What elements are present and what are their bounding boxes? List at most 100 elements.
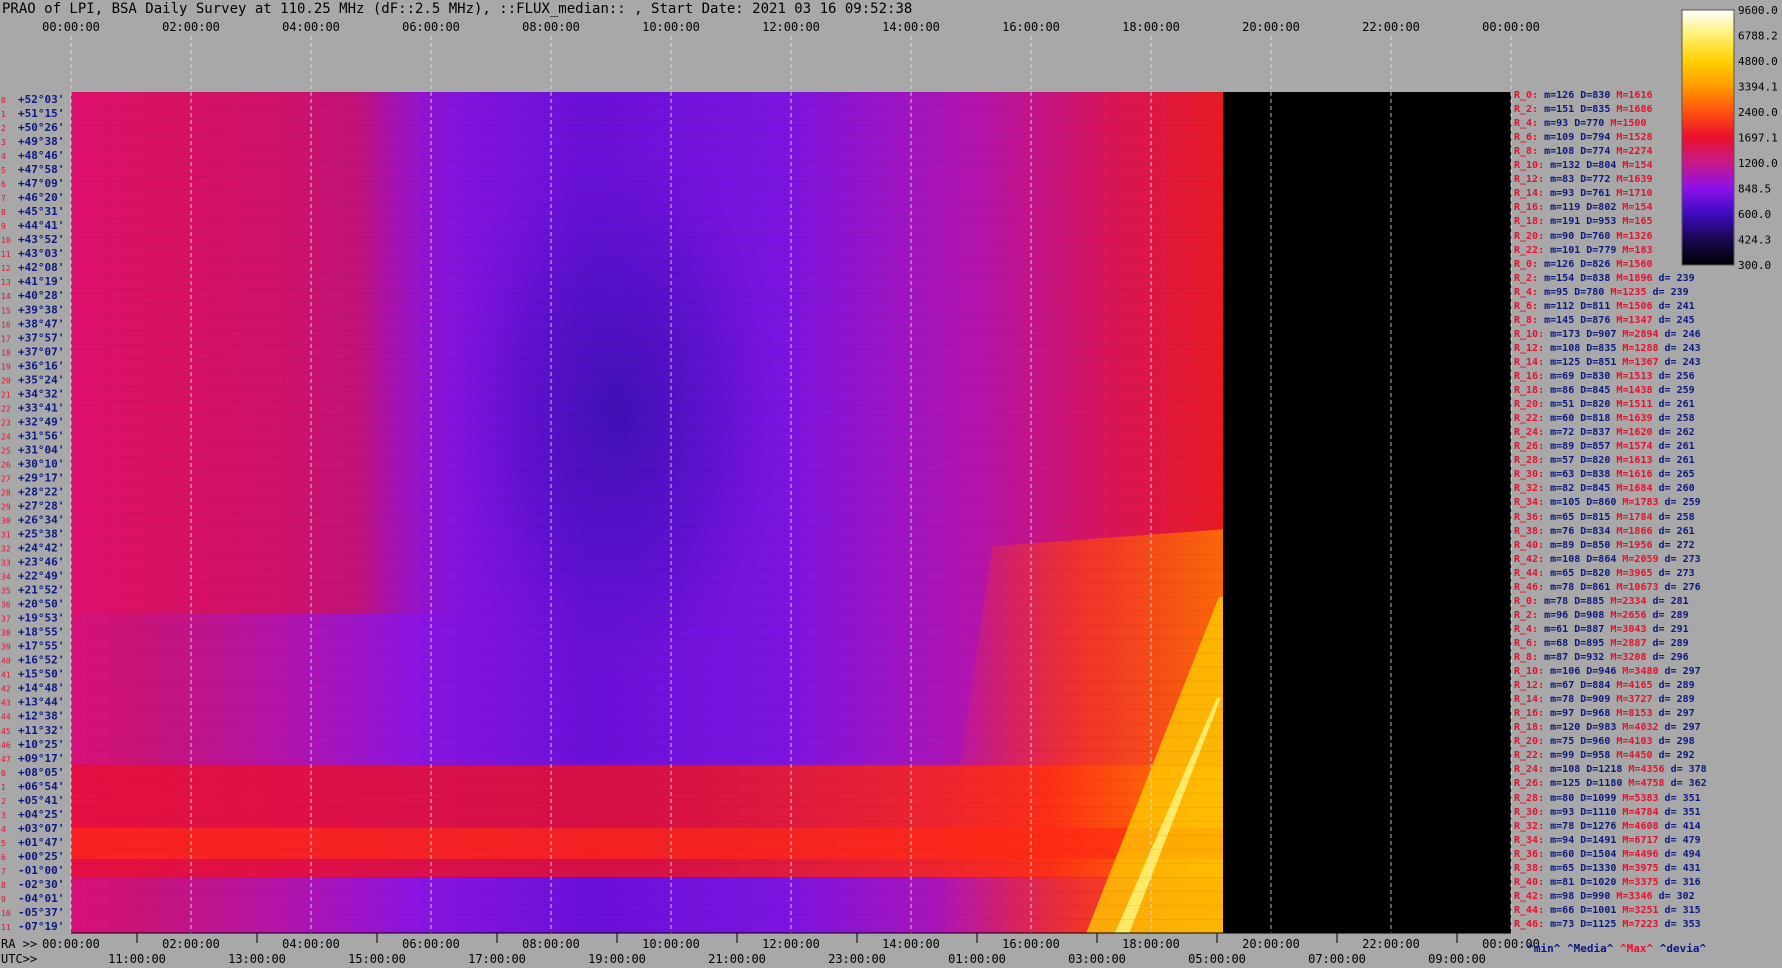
heatmap-row-stripe	[71, 764, 1223, 766]
stats-cell: D=838	[1574, 272, 1611, 284]
row-index-label: 39	[1, 643, 11, 652]
stats-cell: D=1504	[1574, 848, 1617, 860]
heatmap-row-stripe	[71, 876, 1223, 878]
stats-row: R_34: m=105 D=860 M=1783 d= 259	[1514, 497, 1701, 508]
stats-cell: D=826	[1574, 258, 1611, 270]
stats-cell: m=120	[1544, 722, 1581, 734]
heatmap-row-stripe	[71, 610, 1223, 612]
stats-row: R_10: m=173 D=907 M=2894 d= 246	[1514, 329, 1701, 340]
heatmap-row-stripe	[71, 666, 1223, 668]
stats-cell: m=83	[1544, 174, 1575, 186]
stats-cell: d= 292	[1652, 750, 1695, 762]
dec-tick-label: +41°19'	[18, 275, 64, 288]
heatmap-row-stripe	[71, 526, 1223, 528]
stats-cell: R_38:	[1514, 525, 1545, 537]
stats-row: R_0: m=126 D=830 M=1616	[1514, 90, 1653, 101]
row-index-label: 42	[1, 685, 11, 694]
dec-tick-label: +15°50'	[18, 668, 64, 681]
heatmap-row-stripe	[71, 890, 1223, 892]
row-index-label: 6	[1, 180, 6, 189]
heatmap-row-stripe	[71, 372, 1223, 374]
stats-cell: d= 243	[1658, 356, 1701, 368]
stats-row: R_34: m=94 D=1491 M=6717 d= 479	[1514, 835, 1701, 846]
stats-row: R_44: m=66 D=1001 M=3251 d= 315	[1514, 905, 1701, 916]
row-index-label: 22	[1, 404, 11, 413]
heatmap-row-stripe	[71, 400, 1223, 402]
stats-row: R_38: m=76 D=834 M=1866 d= 261	[1514, 526, 1695, 537]
stats-cell: R_14:	[1514, 694, 1545, 706]
stats-cell: M=3043	[1604, 623, 1647, 635]
stats-cell: M=8153	[1610, 708, 1653, 720]
stats-cell: d= 273	[1652, 567, 1695, 579]
stats-cell: R_10:	[1514, 666, 1545, 678]
stats-row: R_22: m=101 D=779 M=183	[1514, 245, 1652, 256]
stats-row: R_38: m=65 D=1330 M=3975 d= 431	[1514, 863, 1701, 874]
stats-cell: D=845	[1574, 385, 1611, 397]
dec-tick-label: +47°09'	[18, 177, 64, 190]
row-index-label: 1	[1, 783, 6, 792]
dec-tick-label: +45°31'	[18, 205, 64, 218]
dec-tick-label: +00°25'	[18, 850, 64, 863]
stats-cell: M=6717	[1616, 834, 1659, 846]
stats-row: R_18: m=86 D=845 M=1438 d= 259	[1514, 385, 1695, 396]
stats-cell: D=811	[1574, 300, 1611, 312]
stats-cell: m=78	[1544, 820, 1575, 832]
colorbar-tick-label: 848.5	[1738, 183, 1771, 196]
stats-cell: D=1020	[1574, 876, 1617, 888]
dec-tick-label: +31°56'	[18, 429, 64, 442]
row-index-label: 35	[1, 587, 11, 596]
legend-devia: ^devia^	[1659, 942, 1707, 955]
row-index-label: 15	[1, 306, 11, 315]
stats-row: R_16: m=69 D=830 M=1513 d= 256	[1514, 371, 1695, 382]
dec-tick-label: +33°41'	[18, 401, 64, 414]
stats-cell: M=1235	[1604, 286, 1647, 298]
dec-tick-label: +34°32'	[18, 387, 64, 400]
dec-tick-label: -02°30'	[18, 878, 64, 891]
row-index-label: 9	[1, 895, 6, 904]
stats-cell: R_12:	[1514, 342, 1545, 354]
stats-cell: D=983	[1580, 722, 1617, 734]
heatmap-row-stripe	[71, 750, 1223, 752]
stats-cell: m=65	[1544, 567, 1575, 579]
stats-cell: R_18:	[1514, 722, 1545, 734]
heatmap-row-stripe	[71, 330, 1223, 332]
stats-cell: D=884	[1574, 680, 1611, 692]
stats-row: R_40: m=89 D=850 M=1956 d= 272	[1514, 540, 1695, 551]
stats-cell: d= 261	[1652, 441, 1695, 453]
stats-cell: m=108	[1544, 553, 1581, 565]
stats-cell: D=820	[1574, 399, 1611, 411]
stats-cell: M=1620	[1610, 427, 1653, 439]
heatmap-row-stripe	[71, 848, 1223, 850]
stats-cell: R_34:	[1514, 497, 1545, 509]
dec-tick-label: +19°53'	[18, 612, 64, 625]
ra-tick-label: 04:00:00	[282, 937, 340, 951]
stats-cell: M=3346	[1610, 890, 1653, 902]
stats-cell: m=51	[1544, 399, 1575, 411]
heatmap-row-stripe	[71, 162, 1223, 163]
stats-cell: R_20:	[1514, 230, 1545, 242]
dec-tick-label: +51°15'	[18, 107, 64, 120]
heatmap-row-stripe	[71, 260, 1223, 261]
stats-cell: R_38:	[1514, 862, 1545, 874]
row-index-label: 28	[1, 488, 11, 497]
stats-cell: R_44:	[1514, 904, 1545, 916]
heatmap-row-stripe	[71, 596, 1223, 598]
stats-cell: d= 494	[1658, 848, 1701, 860]
stats-cell: m=108	[1544, 342, 1581, 354]
heatmap-row-stripe	[71, 680, 1223, 682]
stats-cell: m=145	[1538, 314, 1575, 326]
utc-tick-label: 09:00:00	[1428, 952, 1486, 966]
ra-tick-label: 18:00:00	[1122, 937, 1180, 951]
row-index-label: 0	[1, 96, 6, 105]
stats-cell: m=90	[1544, 230, 1575, 242]
heatmap-row-stripe	[71, 652, 1223, 654]
top-tick-label: 12:00:00	[762, 20, 820, 34]
stats-cell: d= 431	[1658, 862, 1701, 874]
stats-cell: M=2059	[1616, 553, 1659, 565]
heatmap-row-stripe	[71, 540, 1223, 542]
row-index-label: 31	[1, 531, 11, 540]
row-index-label: 12	[1, 264, 11, 273]
heatmap-row-stripe	[71, 134, 1223, 135]
stats-cell: M=1616	[1610, 469, 1653, 481]
ra-tick-label: 14:00:00	[882, 937, 940, 951]
